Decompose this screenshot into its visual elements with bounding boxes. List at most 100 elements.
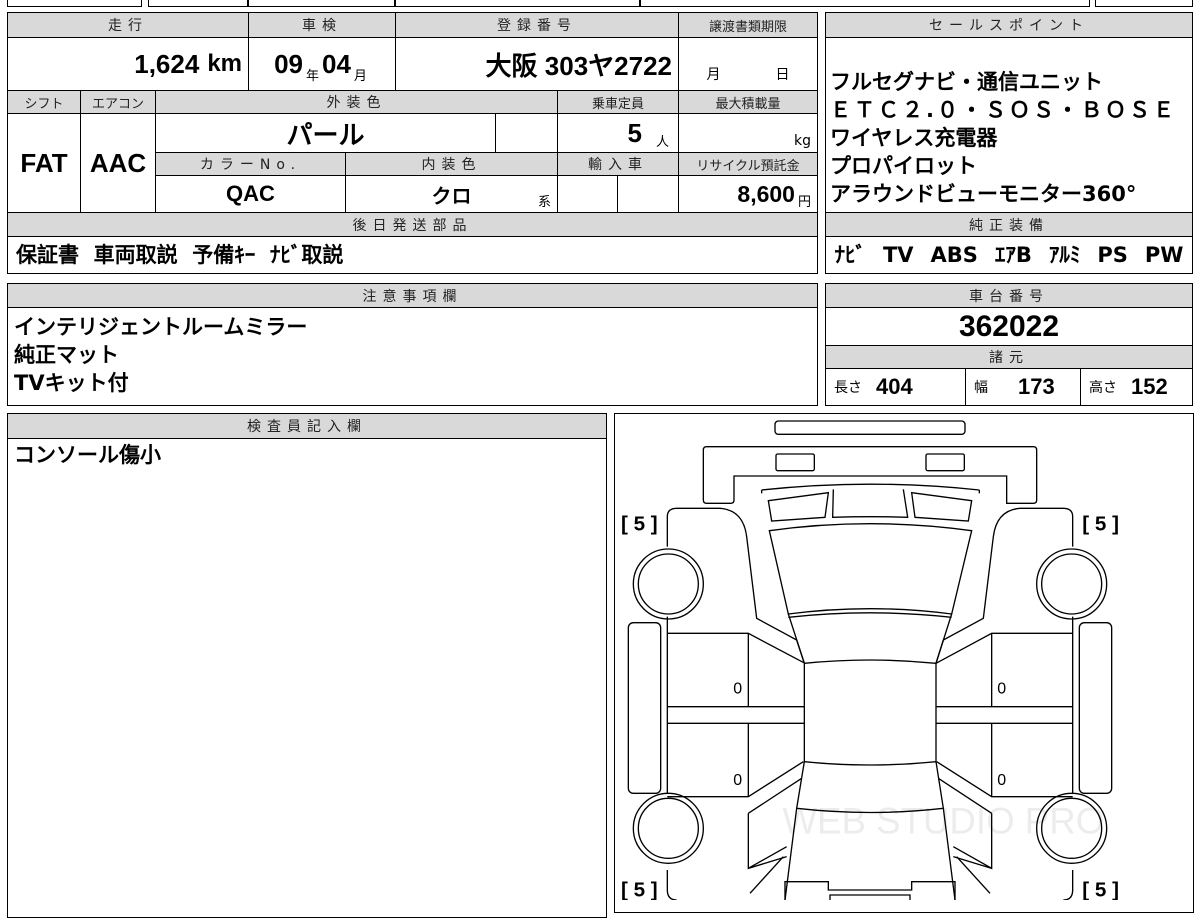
notes-body: インテリジェントルームミラー 純正マット TVキット付 [7,307,818,406]
shaken-month: 04 [322,48,351,79]
corner-score: [ 5 ] [1082,879,1119,900]
sales-header: セールスポイント [825,12,1193,38]
watermark: WEB STUDIO PRO [782,800,1104,841]
mileage-header: 走行 [7,12,249,38]
equipment-item: ｱﾙﾐ [1048,243,1081,267]
year-unit: 年 [305,68,319,83]
transfer-month: 月 [706,67,721,83]
shaken-header: 車検 [248,12,396,38]
equipment-item: PW [1144,243,1184,267]
transfer-day: 日 [775,67,790,83]
shaken-cell: 09 年 04 月 [248,37,396,91]
recycle-value: 8,600 [737,180,795,207]
int-color-value: クロ [431,185,472,208]
width-value: 173 [1018,374,1055,399]
lamp [775,453,815,472]
body-side [666,616,1074,794]
equipment-item: ｴｱB [994,243,1032,267]
import-cell [557,175,618,213]
inspector-header: 検査員記入欄 [7,413,607,439]
later-parts-header: 後日発送部品 [7,212,818,237]
notes-line: インテリジェントルームミラー [14,315,308,339]
door-mark: 0 [733,772,742,789]
fender-front [666,507,1074,664]
inspector-body: コンソール傷小 [7,438,607,918]
top-strip-cell [7,0,142,7]
ac-value: AAC [80,113,156,213]
height-cell: 高さ 152 [1080,368,1193,406]
notes-line: TVキット付 [14,371,129,395]
color-no-value: QAC [155,175,346,213]
shaken-year: 09 [274,48,303,79]
width-cell: 幅 173 [965,368,1081,406]
notes-header: 注意事項欄 [7,283,818,308]
later-parts-value: 保証書 車両取説 予備ｷｰ ﾅﾋﾞ取説 [7,236,818,274]
door-mark: 0 [997,680,1006,697]
top-strip-cell [148,0,248,7]
recycle-unit: 円 [797,194,811,209]
recycle-header: リサイクル預託金 [678,152,818,176]
corner-score: [ 5 ] [621,879,658,900]
side-skirt [627,622,662,794]
registration-header: 登録番号 [395,12,679,38]
equipment-item: ﾅﾋﾞ [834,243,866,267]
top-strip-cell [395,0,640,7]
sales-line: アラウンドビューモニター360° [830,182,1137,206]
length-cell: 長さ 404 [825,368,966,406]
side-skirt [1078,622,1113,794]
door-mark: 0 [733,680,742,697]
ext-color-value: パール [155,113,496,153]
sales-line: フルセグナビ・通信ユニット [830,70,1103,94]
top-strip-cell [248,0,395,7]
rear-panel [702,446,1038,504]
bumper-bar [774,420,966,435]
int-color-header: 内装色 [345,152,558,176]
top-strip-cell [640,0,1090,7]
top-strip-cell [1095,0,1193,7]
notes-line: 純正マット [14,343,119,367]
door-mark: 0 [997,772,1006,789]
color-no-header: カラーNo. [155,152,346,176]
lamp [925,453,965,472]
sales-line: ＥＴＣ２.０・ＳＯＳ・ＢＯＳＥ [830,98,1177,122]
transfer-deadline-cell: 月日 [678,37,818,91]
capacity-cell: 5人 [557,113,679,153]
equipment-list: ﾅﾋﾞ TV ABS ｴｱB ｱﾙﾐ PS PW [825,236,1193,274]
mileage-unit: km [207,50,242,77]
length-label: 長さ [834,380,862,396]
corner-score: [ 5 ] [1082,513,1119,536]
month-unit: 月 [353,68,367,83]
sales-line: ワイヤレス充電器 [830,126,998,150]
height-value: 152 [1131,374,1168,399]
shift-value: FAT [7,113,81,213]
shift-header: シフト [7,90,81,114]
equipment-item: TV [882,243,914,267]
roof [803,659,937,766]
rear-bumper [784,881,956,900]
max-load-unit: kg [678,113,818,153]
transfer-deadline-header: 譲渡書類期限 [678,12,818,38]
height-label: 高さ [1089,380,1117,396]
ext-color-extra [495,113,558,153]
ac-header: エアコン [80,90,156,114]
registration-value: 大阪 303ヤ2722 [395,37,679,91]
inspector-text: コンソール傷小 [14,443,161,467]
trim-line [761,483,980,494]
car-diagram: [ 5 ] [ 5 ] [ 5 ] [ 5 ] 0 0 0 0 WEB STUD… [621,420,1119,900]
wheel [632,792,704,864]
capacity-header: 乗車定員 [557,90,679,114]
sales-body: フルセグナビ・通信ユニット ＥＴＣ２.０・ＳＯＳ・ＢＯＳＥ ワイヤレス充電器 プ… [825,37,1193,213]
chassis-number: 362022 [825,307,1193,346]
max-load-header: 最大積載量 [678,90,818,114]
windshield [768,523,973,615]
length-value: 404 [876,374,913,399]
capacity-value: 5 [627,117,642,148]
mileage-cell: 1,624 km [7,37,249,91]
sales-line: プロパイロット [830,154,977,178]
import-header: 輸入車 [557,152,679,176]
hood [787,612,953,664]
spec-header: 諸元 [825,345,1193,369]
width-label: 幅 [974,380,988,396]
int-color-unit: 系 [537,195,551,210]
rear-corners [666,856,1074,900]
